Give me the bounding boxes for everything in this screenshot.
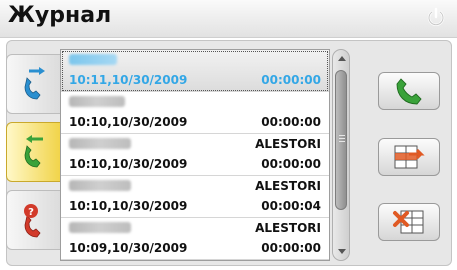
tab-outgoing-calls[interactable] — [6, 54, 60, 114]
delete-row-icon — [394, 145, 425, 169]
call-duration: 00:00:04 — [261, 199, 321, 213]
call-duration: 00:00:00 — [261, 73, 321, 87]
call-datetime: 10:11,10/30/2009 — [69, 73, 188, 87]
missed-call-icon: ? — [23, 204, 41, 238]
page-title: Журнал — [8, 3, 112, 28]
list-scrollbar[interactable] — [332, 49, 350, 261]
scroll-down-icon[interactable] — [338, 249, 346, 254]
call-row[interactable]: ALESTORI 10:09,10/30/2009 00:00:00 — [61, 218, 329, 260]
svg-text:?: ? — [28, 207, 34, 218]
contact-name: ALESTORI — [255, 179, 321, 193]
call-duration: 00:00:00 — [261, 115, 321, 129]
call-datetime: 10:10,10/30/2009 — [69, 199, 188, 213]
contact-number-redacted — [69, 138, 131, 149]
contact-name-redacted — [69, 96, 125, 107]
delete-all-icon — [393, 210, 424, 234]
call-row[interactable]: 10:11,10/30/2009 00:00:00 — [61, 50, 329, 92]
call-row[interactable]: 10:10,10/30/2009 00:00:00 — [61, 92, 329, 134]
call-button[interactable] — [378, 72, 440, 110]
contact-name-redacted — [69, 54, 117, 65]
delete-all-button[interactable] — [378, 203, 440, 241]
scroll-thumb[interactable] — [335, 70, 347, 210]
header-bar: Журнал — [0, 0, 457, 38]
call-row[interactable]: ALESTORI 10:10,10/30/2009 00:00:00 — [61, 134, 329, 176]
contact-number-redacted — [69, 180, 131, 191]
contact-number-redacted — [69, 222, 131, 233]
phone-icon — [396, 78, 422, 105]
contact-name: ALESTORI — [255, 137, 321, 151]
delete-entry-button[interactable] — [378, 138, 440, 176]
call-row[interactable]: ALESTORI 10:10,10/30/2009 00:00:04 — [61, 176, 329, 218]
scroll-up-icon[interactable] — [338, 56, 346, 61]
outgoing-call-icon — [24, 67, 45, 100]
call-list[interactable]: 10:11,10/30/2009 00:00:00 10:10,10/30/20… — [60, 49, 330, 261]
call-duration: 00:00:00 — [261, 157, 321, 171]
call-duration: 00:00:00 — [261, 241, 321, 255]
incoming-call-icon — [24, 135, 43, 168]
call-datetime: 10:10,10/30/2009 — [69, 115, 188, 129]
contact-name: ALESTORI — [255, 221, 321, 235]
call-datetime: 10:09,10/30/2009 — [69, 241, 188, 255]
tab-incoming-calls[interactable] — [6, 122, 60, 182]
power-icon[interactable] — [425, 6, 447, 28]
tab-missed-calls[interactable]: ? — [6, 190, 60, 250]
call-datetime: 10:10,10/30/2009 — [69, 157, 188, 171]
